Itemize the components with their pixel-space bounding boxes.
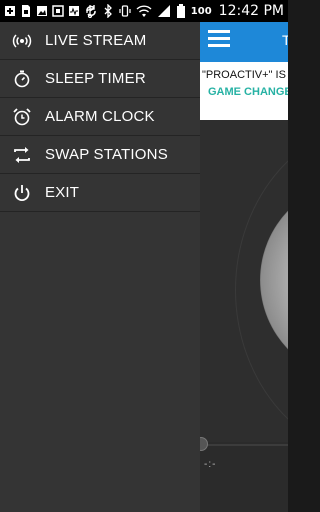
drawer-item-live-stream[interactable]: LIVE STREAM [0, 22, 200, 60]
news-ticker[interactable]: "PROACTIV+" IS A GAME CHANGER [200, 62, 288, 120]
navigation-drawer: LIVE STREAM SLEEP TIMER ALARM CLOCK SWAP… [0, 22, 200, 512]
image-icon [36, 4, 48, 18]
player-artwork-area [200, 120, 288, 460]
drawer-item-swap-stations[interactable]: SWAP STATIONS [0, 136, 200, 174]
battery-percent: 100 [190, 5, 212, 17]
ticker-headline: "PROACTIV+" IS A [202, 69, 288, 81]
app-header: T [200, 22, 288, 62]
stopwatch-icon [12, 69, 32, 89]
drawer-item-label: LIVE STREAM [45, 32, 147, 49]
bluetooth-icon [102, 4, 114, 18]
clock-time: 12:42 [218, 3, 260, 19]
seek-handle[interactable] [200, 437, 208, 451]
power-icon [12, 183, 32, 203]
drawer-item-alarm-clock[interactable]: ALARM CLOCK [0, 98, 200, 136]
drawer-item-label: SLEEP TIMER [45, 70, 146, 87]
add-icon [4, 4, 16, 18]
seek-bar[interactable] [200, 444, 288, 446]
drawer-item-label: SWAP STATIONS [45, 146, 168, 163]
status-bar: 100 12:42 PM [0, 0, 288, 22]
clock-suffix: PM [263, 3, 284, 19]
time-display: -:- [204, 459, 217, 470]
app-content: T "PROACTIV+" IS A GAME CHANGER -:- [200, 22, 288, 512]
drawer-item-exit[interactable]: EXIT [0, 174, 200, 212]
sync-icon [85, 4, 97, 18]
ticker-subheadline: GAME CHANGER [208, 86, 288, 98]
menu-icon[interactable] [208, 30, 230, 50]
signal-icon [157, 4, 171, 18]
pulse-icon [68, 4, 80, 18]
wifi-icon [136, 4, 152, 18]
drawer-item-label: ALARM CLOCK [45, 108, 155, 125]
battery-icon [176, 4, 186, 18]
header-title-fragment: T [282, 32, 288, 48]
swap-icon [12, 145, 32, 165]
app-icon [52, 4, 64, 18]
live-stream-icon [12, 31, 32, 51]
vibrate-icon [119, 4, 131, 18]
status-clock: 12:42 PM [219, 3, 284, 19]
drawer-item-sleep-timer[interactable]: SLEEP TIMER [0, 60, 200, 98]
alarm-clock-icon [12, 107, 32, 127]
drawer-item-label: EXIT [45, 184, 80, 201]
status-left-icons [4, 3, 96, 19]
sim-icon [20, 4, 32, 18]
status-right-icons: 100 12:42 PM [85, 3, 284, 19]
